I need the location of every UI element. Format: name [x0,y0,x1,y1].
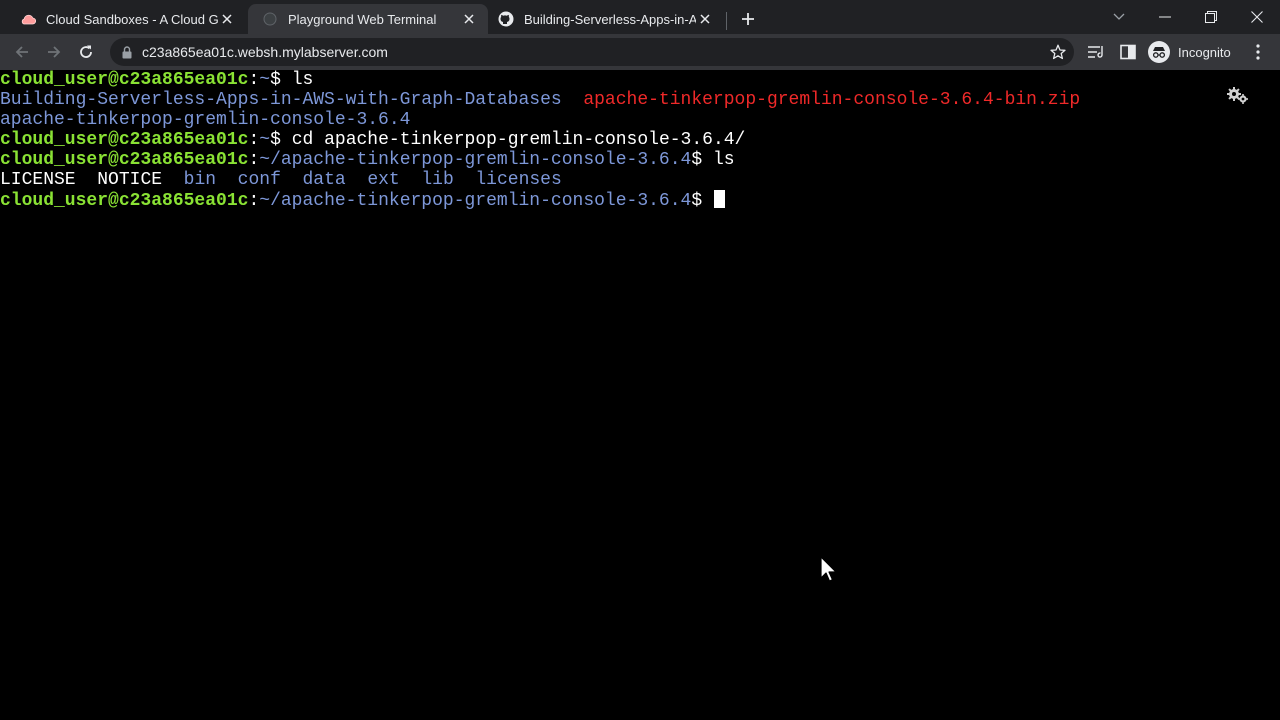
tab-divider [726,12,727,30]
terminal-line: apache-tinkerpop-gremlin-console-3.6.4 [0,110,410,130]
tab-github-repo[interactable]: Building-Serverless-Apps-in-AWS [484,4,724,34]
incognito-label: Incognito [1178,44,1231,60]
prompt-path: ~/apache-tinkerpop-gremlin-console-3.6.4 [259,191,692,211]
terminal-cursor [713,190,725,208]
prompt-end: $ [270,70,292,90]
tab-search-button[interactable] [1096,4,1142,30]
tab-playground-web-terminal[interactable]: Playground Web Terminal [248,4,488,34]
browser-menu-button[interactable] [1248,42,1268,62]
terminal-line: cloud_user@c23a865ea01c:~$ ls [0,70,313,90]
terminal-line: cloud_user@c23a865ea01c:~$ cd apache-tin… [0,130,745,150]
prompt-separator: : [248,70,260,90]
terminal-settings-gear-icon[interactable] [1226,86,1250,106]
tab-title: Building-Serverless-Apps-in-AWS [524,11,696,27]
directory-entry: data [302,170,346,190]
terminal-line: Building-Serverless-Apps-in-AWS-with-Gra… [0,90,1080,110]
web-terminal[interactable]: cloud_user@c23a865ea01c:~$ ls Building-S… [0,70,1280,720]
github-icon [498,11,514,27]
tab-cloud-sandboxes[interactable]: Cloud Sandboxes - A Cloud Guru [6,4,246,34]
prompt-path: ~ [259,130,271,150]
kebab-menu-icon [1256,44,1260,60]
bookmark-star-icon[interactable] [1050,44,1066,60]
directory-entry: conf [237,170,281,190]
tab-title: Playground Web Terminal [288,11,437,27]
prompt-user: cloud_user@c23a865ea01c [0,191,249,211]
lock-icon[interactable] [120,45,134,59]
restore-window-button[interactable] [1188,4,1234,30]
prompt-user: cloud_user@c23a865ea01c [0,70,249,90]
terminal-line: cloud_user@c23a865ea01c:~/apache-tinkerp… [0,190,725,211]
terminal-line: LICENSE NOTICE bin conf data ext lib lic… [0,170,562,190]
directory-entry: bin [183,170,217,190]
close-tab-icon[interactable] [218,10,236,28]
incognito-profile-button[interactable]: Incognito [1148,39,1231,65]
command-text: ls [712,150,735,170]
reload-button[interactable] [73,39,99,65]
prompt-end: $ [270,130,292,150]
address-bar[interactable]: c23a865ea01c.websh.mylabserver.com [110,38,1074,66]
directory-entry: lib [421,170,454,190]
close-window-button[interactable] [1234,4,1280,30]
prompt-end: $ [691,150,713,170]
close-icon [1251,11,1263,23]
arrow-right-icon [48,46,61,58]
cloud-icon [20,11,36,27]
browser-tab-strip: Cloud Sandboxes - A Cloud Guru Playgroun… [0,0,1280,34]
file-entry: NOTICE [97,170,163,190]
browser-toolbar: c23a865ea01c.websh.mylabserver.com Incog… [0,34,1280,70]
close-tab-icon[interactable] [460,10,478,28]
side-panel-icon[interactable] [1118,42,1138,62]
archive-entry: apache-tinkerpop-gremlin-console-3.6.4-b… [583,90,1081,110]
terminal-line: cloud_user@c23a865ea01c:~/apache-tinkerp… [0,150,735,170]
directory-entry: apache-tinkerpop-gremlin-console-3.6.4 [0,110,411,130]
mouse-pointer-icon [820,556,838,584]
tab-title: Cloud Sandboxes - A Cloud Guru [46,11,218,27]
forward-button[interactable] [41,39,67,65]
command-text: cd apache-tinkerpop-gremlin-console-3.6.… [291,130,746,150]
reload-icon [80,45,92,58]
prompt-end: $ [691,191,713,211]
back-button[interactable] [9,39,35,65]
prompt-user: cloud_user@c23a865ea01c [0,130,249,150]
prompt-path: ~/apache-tinkerpop-gremlin-console-3.6.4 [259,150,692,170]
prompt-separator: : [248,150,260,170]
chevron-down-icon [1113,13,1125,20]
prompt-separator: : [248,191,260,211]
reading-list-icon[interactable] [1086,42,1106,62]
arrow-left-icon [15,46,28,58]
minimize-icon [1159,16,1171,18]
prompt-path: ~ [259,70,271,90]
minimize-window-button[interactable] [1142,4,1188,30]
directory-entry: ext [367,170,400,190]
file-entry: LICENSE [0,170,76,190]
incognito-icon [1148,41,1170,63]
close-tab-icon[interactable] [696,10,714,28]
directory-entry: licenses [475,170,562,190]
restore-icon [1205,11,1217,23]
prompt-user: cloud_user@c23a865ea01c [0,150,249,170]
new-tab-button[interactable] [736,7,760,31]
prompt-separator: : [248,130,260,150]
directory-entry: Building-Serverless-Apps-in-AWS-with-Gra… [0,90,562,110]
url-text[interactable]: c23a865ea01c.websh.mylabserver.com [142,44,388,60]
plus-icon [742,13,754,25]
globe-icon [262,11,278,27]
command-text: ls [291,70,314,90]
